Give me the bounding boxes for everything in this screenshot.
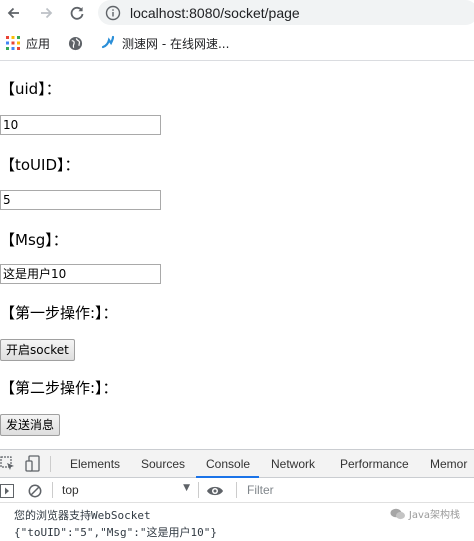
clear-console-button[interactable] [28, 483, 42, 502]
toolbar-divider [52, 482, 53, 498]
uid-input[interactable]: 10 [0, 115, 161, 135]
bookmark-globe[interactable] [68, 34, 83, 52]
inspect-element-button[interactable] [0, 456, 16, 472]
uid-label: 【uid】： [0, 80, 61, 98]
forward-arrow-icon [41, 7, 53, 19]
devtools-panel: Elements Sources Console Network Perform… [0, 449, 474, 541]
step1-label: 【第一步操作:】： [0, 304, 118, 322]
console-toolbar: top ▼ Filter [0, 478, 474, 503]
msg-label: 【Msg】： [0, 231, 68, 249]
watermark: Java架构栈 [390, 506, 460, 521]
touid-label: 【toUID】： [0, 156, 80, 174]
context-selector[interactable]: top ▼ [56, 480, 194, 499]
tab-console[interactable]: Console [206, 457, 250, 471]
back-button[interactable] [2, 1, 26, 25]
step2-label: 【第二步操作:】： [0, 379, 118, 397]
watermark-text: Java架构栈 [408, 510, 460, 521]
toolbar-divider [198, 482, 199, 498]
reload-icon [70, 6, 84, 20]
tab-network[interactable]: Network [271, 457, 315, 471]
eye-icon [207, 486, 223, 496]
apps-grid-icon [6, 36, 20, 50]
toolbar-divider [50, 456, 51, 472]
dropdown-caret-icon: ▼ [183, 483, 190, 493]
device-toolbar-button[interactable] [25, 455, 41, 473]
device-mode-icon [25, 455, 40, 472]
show-sidebar-button[interactable] [0, 483, 14, 502]
tab-memory[interactable]: Memor [430, 457, 467, 471]
url-text[interactable]: localhost:8080/socket/page [130, 5, 300, 21]
block-clear-icon [28, 484, 42, 498]
bookmark-speedtest[interactable]: 测速网 - 在线网速... [100, 34, 229, 52]
bookmark-label: 测速网 - 在线网速... [122, 36, 230, 51]
globe-icon [68, 36, 83, 50]
console-filter-input[interactable]: Filter [247, 483, 274, 497]
send-message-button[interactable]: 发送消息 [0, 414, 61, 436]
bookmarks-bar: 应用 测速网 - 在线网速... [0, 28, 474, 58]
sidebar-play-icon [0, 484, 14, 498]
msg-input[interactable]: 这是用户10 [0, 264, 161, 284]
inspect-cursor-icon [0, 456, 14, 470]
info-icon[interactable] [105, 5, 121, 21]
tab-performance[interactable]: Performance [340, 457, 409, 471]
forward-button[interactable] [34, 1, 58, 25]
touid-input[interactable]: 5 [0, 190, 161, 210]
devtools-tabbar: Elements Sources Console Network Perform… [0, 449, 474, 478]
tab-elements[interactable]: Elements [70, 457, 120, 471]
console-log-line: {"toUID":"5","Msg":"这是用户10"} [14, 526, 217, 539]
speedtest-icon [101, 35, 115, 49]
back-arrow-icon [7, 7, 19, 19]
chrome-divider [0, 60, 474, 61]
reload-button[interactable] [65, 1, 89, 25]
browser-toolbar: localhost:8080/socket/page [0, 0, 474, 28]
bookmark-apps[interactable]: 应用 [6, 34, 50, 52]
live-expression-button[interactable] [206, 483, 224, 502]
address-bar[interactable]: localhost:8080/socket/page [98, 0, 474, 25]
toolbar-divider [236, 482, 237, 498]
open-socket-button[interactable]: 开启socket [0, 339, 75, 361]
context-value: top [62, 483, 79, 497]
bookmark-label: 应用 [26, 36, 51, 51]
console-log-line: 您的浏览器支持WebSocket [14, 509, 151, 522]
wechat-icon [390, 508, 405, 519]
tab-sources[interactable]: Sources [141, 457, 185, 471]
